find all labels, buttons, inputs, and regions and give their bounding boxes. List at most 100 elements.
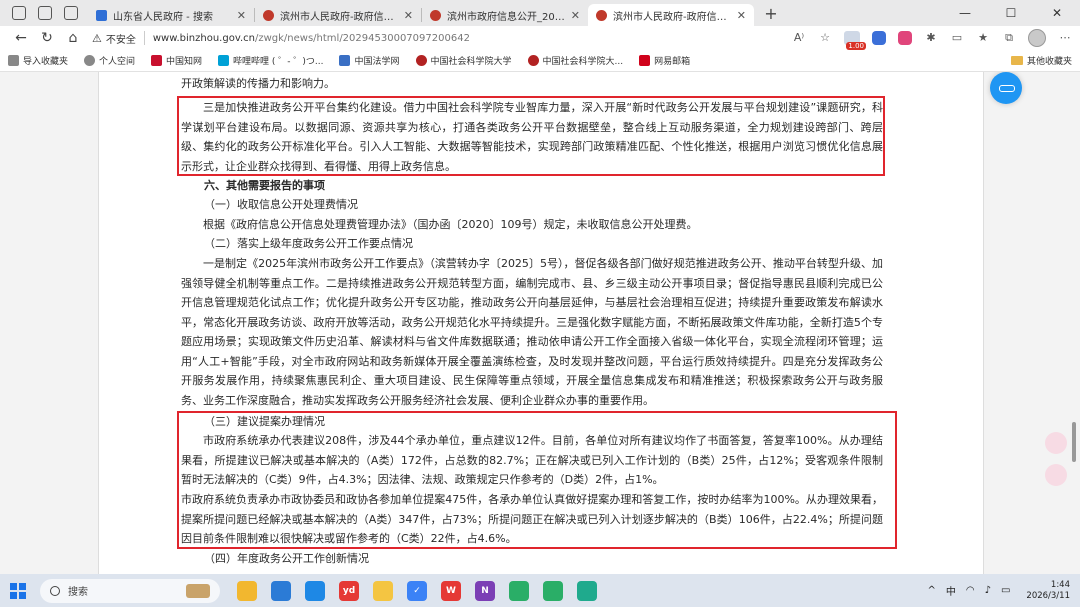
store-icon[interactable] xyxy=(271,580,291,601)
mail-icon xyxy=(639,55,651,66)
address-bar: ← ↻ ⌂ ⚠ 不安全 www.binzhou.gov.cn/zwgk/news… xyxy=(0,26,1080,50)
close-window-button[interactable]: ✕ xyxy=(1034,0,1080,26)
read-aloud-icon[interactable]: A⁾ xyxy=(792,31,806,45)
side-tool-accessibility-icon[interactable] xyxy=(1045,464,1067,486)
tab-search[interactable]: 山东省人民政府 - 搜索 ✕ xyxy=(88,4,254,26)
folder-icon[interactable] xyxy=(373,580,393,601)
tray-chevron-icon[interactable]: ^ xyxy=(927,585,935,596)
subheading-innovation: （四）年度政务公开工作创新情况 xyxy=(204,552,369,565)
taskbar-search[interactable]: 搜索 xyxy=(40,578,220,603)
favorites-icon[interactable]: ★ xyxy=(976,31,990,45)
tab-actions-icon[interactable] xyxy=(64,6,78,20)
bookmark-law[interactable]: 中国法学网 xyxy=(339,54,400,67)
url-path: /zwgk/news/html/2029453000709720064​2 xyxy=(254,32,470,44)
new-tab-button[interactable]: + xyxy=(760,4,782,23)
highlight-box-platform xyxy=(177,96,885,176)
bookmark-label: 个人空间 xyxy=(99,57,136,67)
subheading-points: （二）落实上级年度政务公开工作要点情况 xyxy=(204,237,413,250)
app-icon[interactable] xyxy=(543,580,563,601)
bookmarks-bar: 导入收藏夹 个人空间 中国知网 哔哩哔哩 ( ゜- ゜)つ... 中国法学网 中… xyxy=(0,50,1080,72)
floating-assistant-button[interactable] xyxy=(990,72,1022,104)
battery-icon[interactable]: ▭ xyxy=(1001,585,1010,596)
url-field[interactable]: ⚠ 不安全 www.binzhou.gov.cn/zwgk/news/html/… xyxy=(92,28,778,48)
gov-favicon-icon xyxy=(263,9,274,21)
other-bookmarks[interactable]: 其他收藏夹 xyxy=(1010,54,1072,67)
todo-icon[interactable]: ✓ xyxy=(407,580,427,601)
wps-icon[interactable]: W xyxy=(441,580,461,601)
tray-ime-label[interactable]: 中 xyxy=(946,583,956,598)
clock[interactable]: 1:44 2026/3/11 xyxy=(1026,580,1070,602)
more-menu-icon[interactable]: ⋯ xyxy=(1058,31,1072,45)
person-icon xyxy=(84,55,96,66)
tab-strip: 山东省人民政府 - 搜索 ✕ 滨州市人民政府-政府信息公开-政 ✕ 滨州市政府信… xyxy=(0,0,1080,26)
close-tab-icon[interactable]: ✕ xyxy=(571,9,580,22)
article-page: 开政策解读的传播力和影响力。 三是加快推进政务公开平台集约化建设。借力中国社会科… xyxy=(98,72,984,574)
tab-gov-active[interactable]: 滨州市人民政府-政府信息公开-政 ✕ xyxy=(588,4,754,26)
screen-icon[interactable] xyxy=(577,580,597,601)
wifi-icon[interactable]: ◠ xyxy=(966,585,975,596)
extensions-puzzle-icon[interactable]: ✱ xyxy=(924,31,938,45)
extension-badge: 1.00 xyxy=(846,42,866,50)
bookmark-label: 中国法学网 xyxy=(354,57,400,67)
taskbar-search-label: 搜索 xyxy=(68,587,88,598)
folder-icon xyxy=(1010,56,1023,65)
onenote-icon[interactable]: N xyxy=(475,580,495,601)
paragraph-points: 一是制定《2025年滨州市政务公开工作要点》（滨营转办字〔2025〕5号），督促… xyxy=(181,257,883,407)
extension-blue-icon[interactable] xyxy=(872,31,886,45)
start-button[interactable] xyxy=(10,582,26,599)
extension-pink-icon[interactable] xyxy=(898,31,912,45)
security-label[interactable]: 不安全 xyxy=(106,31,136,46)
extension-icon[interactable]: 1.00 xyxy=(844,31,866,50)
paragraph-fee: 根据《政府信息公开信息处理费管理办法》（国办函〔2020〕109号）规定，未收取… xyxy=(203,218,698,231)
bookmark-import[interactable]: 导入收藏夹 xyxy=(8,54,68,67)
warning-icon[interactable]: ⚠ xyxy=(92,32,102,45)
url-divider xyxy=(143,31,145,45)
bookmark-bilibili[interactable]: 哔哩哔哩 ( ゜- ゜)つ... xyxy=(218,54,323,67)
minimize-button[interactable]: — xyxy=(942,0,988,26)
bookmark-label: 中国社会科学院大... xyxy=(542,57,624,67)
bookmark-mail[interactable]: 网易邮箱 xyxy=(639,54,690,67)
refresh-button[interactable]: ↻ xyxy=(34,30,60,46)
avatar[interactable] xyxy=(1028,29,1046,47)
split-screen-icon[interactable]: ▭ xyxy=(950,31,964,45)
workspaces-icon[interactable] xyxy=(38,6,52,20)
home-button[interactable]: ⌂ xyxy=(60,30,86,46)
close-tab-icon[interactable]: ✕ xyxy=(737,9,746,22)
import-icon xyxy=(8,55,19,66)
paragraph-top-tail: 开政策解读的传播力和影响力。 xyxy=(181,77,335,90)
url-host: www.binzhou.gov.cn xyxy=(152,32,255,44)
file-explorer-icon[interactable] xyxy=(237,580,257,601)
side-tool-grid-icon[interactable] xyxy=(1045,432,1067,454)
bookmark-label: 导入收藏夹 xyxy=(23,57,69,67)
collections-icon[interactable]: ⧉ xyxy=(1002,31,1016,45)
taskbar-apps: yd ✓ W N xyxy=(230,580,604,601)
bookmark-personal[interactable]: 个人空间 xyxy=(84,54,135,67)
profile-icon[interactable] xyxy=(12,6,26,20)
close-tab-icon[interactable]: ✕ xyxy=(404,9,413,22)
tab-gov-1[interactable]: 滨州市人民政府-政府信息公开-政 ✕ xyxy=(255,4,421,26)
scrollbar[interactable] xyxy=(1072,72,1078,574)
youdao-icon[interactable]: yd xyxy=(339,580,359,601)
close-tab-icon[interactable]: ✕ xyxy=(237,9,246,22)
other-bookmarks-label: 其他收藏夹 xyxy=(1026,57,1072,67)
wechat-icon[interactable] xyxy=(509,580,529,601)
scrollbar-thumb[interactable] xyxy=(1072,422,1076,462)
page-viewport[interactable]: 开政策解读的传播力和影响力。 三是加快推进政务公开平台集约化建设。借力中国社会科… xyxy=(0,72,1080,574)
bookmark-cnki[interactable]: 中国知网 xyxy=(151,54,202,67)
favorite-star-icon[interactable]: ☆ xyxy=(818,31,832,45)
url-text[interactable]: www.binzhou.gov.cn/zwgk/news/html/202945… xyxy=(153,33,470,44)
cass-icon xyxy=(527,55,539,66)
back-button[interactable]: ← xyxy=(8,30,34,46)
side-tools xyxy=(1042,432,1070,486)
clock-time: 1:44 xyxy=(1050,579,1070,590)
volume-icon[interactable]: ♪ xyxy=(985,585,991,596)
system-tray: ^ 中 ◠ ♪ ▭ 1:44 2026/3/11 xyxy=(927,580,1070,602)
clock-date: 2026/3/11 xyxy=(1026,590,1070,601)
tab-gov-2[interactable]: 滨州市政府信息公开_2025年政府 ✕ xyxy=(422,4,588,26)
maximize-button[interactable]: ☐ xyxy=(988,0,1034,26)
tab-title: 滨州市人民政府-政府信息公开-政 xyxy=(280,11,398,23)
bookmark-cass-2[interactable]: 中国社会科学院大... xyxy=(527,54,624,67)
taskbar: 搜索 yd ✓ W N ^ 中 ◠ ♪ ▭ 1:44 2026/3/11 xyxy=(0,574,1080,607)
bookmark-cass-1[interactable]: 中国社会科学院大学 xyxy=(415,54,512,67)
edge-icon[interactable] xyxy=(305,580,325,601)
